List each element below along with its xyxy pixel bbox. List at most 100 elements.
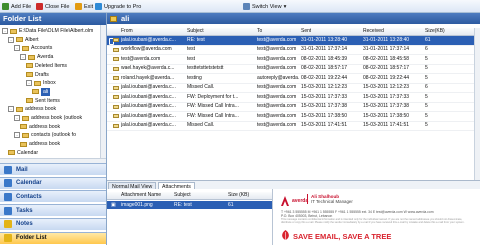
col-received[interactable]: Received [363,28,384,35]
add-file-label: Add File [11,3,32,10]
expand-toggle-icon[interactable]: - [14,45,20,52]
tree-item[interactable]: - Inbox [26,79,56,87]
nav-calendar[interactable]: Calendar [0,176,106,189]
expand-toggle-icon[interactable]: - [14,132,20,139]
folder-icon [22,115,29,121]
mail-row[interactable]: jalal.ioubani@averda.c... FW: Missed Call… [107,112,480,122]
tree-item-label: address book [25,106,57,113]
mail-subject: RE: test [187,36,205,43]
mail-to: test@averda.com [257,122,297,128]
nav-label: Folder List [16,235,47,241]
upgrade-label: Upgrade to Pro [104,3,142,10]
tree-item[interactable]: Drafts [26,71,49,79]
col-size[interactable]: Size(KB) [425,28,445,35]
tree-item[interactable]: - Accounts [14,44,52,52]
col-to[interactable]: To [257,28,262,35]
mail-subject: Missed Call. [187,84,215,90]
folder-tree: - E:\Data File\OLM File\Albert.olm - Albert… [0,25,106,163]
expand-toggle-icon[interactable]: - [14,115,20,121]
tree-item-label: Averda [37,54,54,61]
nav-label: Mail [16,166,28,173]
mail-received: 15-03-2011 17:37:38 [363,103,410,109]
nav-tasks[interactable]: Tasks [0,204,106,217]
folder-list-title: Folder List [0,13,106,25]
mail-row[interactable]: jalal.ioubani@averda.c... Missed Call. tes… [107,121,480,131]
mail-row[interactable]: jalal.ioubani@averda.c... Missed Call. tes… [107,83,480,93]
mail-icon [4,165,12,174]
exit-icon [75,3,82,10]
mail-row[interactable]: workflow@averda.com test test@averda.com 31… [107,45,480,55]
tree-item[interactable]: Deleted Items [26,62,67,70]
tree-item-label: contacts (outlook fo [31,132,76,139]
mail-from: jalal.ioubani@averda.c... [121,122,176,128]
attachment-subject: RE: test [174,202,192,208]
attachments-header: Attachment Name Subject Size (KB) [107,192,272,200]
mail-size: 5 [425,55,428,62]
mail-grid-scrollbar[interactable] [474,28,480,180]
nav-notes[interactable]: Notes [0,217,106,230]
tree-item[interactable]: - address book [8,105,56,113]
image-file-icon: ▣ [111,202,116,208]
tree-item[interactable]: Calendar [8,149,38,157]
col-attachment-size[interactable]: Size (KB) [228,192,249,199]
col-sent[interactable]: Sent [301,28,311,35]
envelope-icon [113,38,119,42]
tree-item[interactable]: - Averda [20,53,53,61]
mail-row[interactable]: jalal.ioubani@averda.c... FW: Missed Call… [107,102,480,112]
attachment-row[interactable]: ▣ image001.png RE: test 61 [107,201,272,209]
expand-toggle-icon[interactable]: - [8,36,14,43]
mail-size: 5 [425,122,428,128]
mail-row[interactable]: wael.hayek@averda.c... testtetsttetstetst… [107,64,480,74]
expand-toggle-icon[interactable]: - [26,80,32,87]
folder-icon [16,106,23,112]
mail-size: 6 [425,46,428,52]
mail-from: jalal.ioubani@averda.c... [121,112,176,119]
mail-row[interactable]: jalal.ioubani@averda.c... FW: Deployment … [107,93,480,103]
mail-sent: 15-03-2011 17:37:38 [301,103,348,109]
add-file-button[interactable]: Add File [2,2,31,11]
expand-toggle-icon[interactable]: - [8,106,14,113]
col-subject[interactable]: Subject [187,28,204,35]
nav-contacts[interactable]: Contacts [0,190,106,203]
mail-received: 15-03-2011 12:12:23 [363,84,410,90]
tree-item[interactable]: - address book (outlook [14,114,82,122]
nav-folder-list[interactable]: Folder List [0,231,106,244]
mail-to: test@averda.com [257,93,297,100]
tree-item[interactable]: address book [20,123,60,131]
exit-button[interactable]: Exit [75,2,93,11]
mail-received: 15-03-2011 17:37:33 [363,93,410,100]
mail-row[interactable]: jalal.ioubani@averda.c... RE: test test@av… [107,35,480,46]
expand-toggle-icon[interactable]: - [2,28,8,34]
tree-item[interactable]: ali [32,87,51,96]
mail-to: test@averda.com [257,112,297,119]
folder-icon [22,132,29,138]
mail-to: test@averda.com [257,46,297,52]
mail-subject: testing [187,74,202,81]
mail-size: 6 [425,84,428,90]
nav-mail[interactable]: Mail [0,163,106,175]
folder-list-icon [4,234,12,242]
slogan: SAVE EMAIL, SAVE A TREE [293,232,392,241]
mail-sent: 15-03-2011 17:38:50 [301,112,348,119]
switch-view-button[interactable]: Switch View ▾ [243,2,286,11]
tree-vertical-scrollbar[interactable] [100,25,106,163]
folder-icon [8,150,15,156]
tree-item[interactable]: address book [20,140,60,148]
mail-row[interactable]: roland.hayek@averda... testing autoreply@a… [107,74,480,84]
mail-row[interactable]: test@averda.com test test@averda.com 08-02-… [107,55,480,65]
col-from[interactable]: From [121,28,133,35]
tree-item[interactable]: - Albert [8,36,39,44]
col-attachment-subject[interactable]: Subject [174,192,191,199]
expand-toggle-icon[interactable]: - [20,54,26,61]
mail-received: 31-01-2011 17:37:14 [363,46,410,52]
disclaimer-text: This message contains confidential infor… [281,218,465,224]
upgrade-button[interactable]: Upgrade to Pro [95,2,141,11]
tree-item[interactable]: - E:\Data File\OLM File\Albert.olm [2,27,93,35]
close-file-icon [36,3,43,10]
tree-item[interactable]: Sent Items [26,97,60,105]
col-attachment-name[interactable]: Attachment Name [121,192,161,199]
tree-item-label: Deleted Items [35,62,68,69]
tree-item-label: Albert [25,36,39,43]
close-file-button[interactable]: Close File [36,2,69,11]
tree-item[interactable]: - contacts (outlook fo [14,131,76,139]
